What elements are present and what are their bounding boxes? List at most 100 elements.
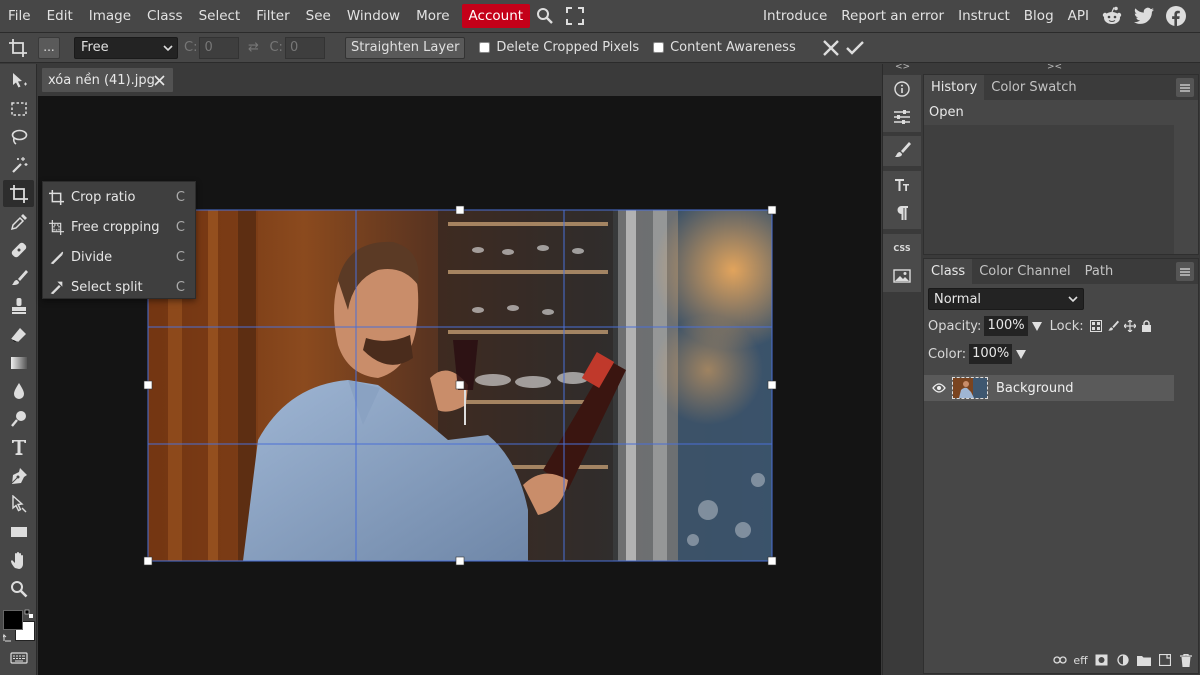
layers-scrollbar[interactable] xyxy=(1174,375,1198,647)
gradient-tool-icon[interactable] xyxy=(3,349,34,376)
content-awareness-checkbox[interactable]: Content Awareness xyxy=(653,40,796,55)
magic-wand-icon[interactable] xyxy=(3,151,34,178)
facebook-icon[interactable] xyxy=(1160,4,1192,28)
opacity-dropdown-icon[interactable] xyxy=(1031,321,1042,331)
twitter-icon[interactable] xyxy=(1128,4,1160,28)
brush-settings-icon[interactable] xyxy=(883,136,921,164)
cancel-crop-icon[interactable] xyxy=(820,37,842,59)
new-layer-icon[interactable] xyxy=(1154,650,1175,670)
link-instruct[interactable]: Instruct xyxy=(951,4,1017,28)
document-tab-title: xóa nền (41).jpg xyxy=(48,72,155,88)
lock-all-icon[interactable] xyxy=(1141,320,1152,332)
crop-ratio-select[interactable]: Free xyxy=(74,36,178,59)
marquee-tool-icon[interactable] xyxy=(3,95,34,122)
rectangle-tool-icon[interactable] xyxy=(3,518,34,545)
menu-file[interactable]: File xyxy=(0,4,39,28)
panel-menu-icon[interactable] xyxy=(1176,78,1194,97)
menu-image[interactable]: Image xyxy=(81,4,139,28)
search-icon[interactable] xyxy=(530,4,560,28)
path-select-icon[interactable] xyxy=(3,490,34,517)
foreground-color-swatch[interactable] xyxy=(3,610,23,630)
color-swatches[interactable] xyxy=(2,609,36,643)
menu-item-divide[interactable]: Divide C xyxy=(43,242,195,272)
brush-tool-icon[interactable] xyxy=(3,264,34,291)
menu-select[interactable]: Select xyxy=(191,4,249,28)
link-report-error[interactable]: Report an error xyxy=(834,4,951,28)
fullscreen-icon[interactable] xyxy=(560,4,590,28)
css-icon[interactable]: CSS xyxy=(883,234,921,262)
close-icon[interactable] xyxy=(151,72,167,88)
lasso-tool-icon[interactable] xyxy=(3,123,34,150)
straighten-layer-button[interactable]: Straighten Layer xyxy=(344,36,466,59)
lock-transparency-icon[interactable] xyxy=(1089,320,1102,332)
collapse-arrows[interactable]: <> xyxy=(895,62,910,72)
character-icon[interactable] xyxy=(883,171,921,199)
opacity-input[interactable]: 100% xyxy=(984,316,1028,336)
tab-layers[interactable]: Class xyxy=(924,259,973,284)
menu-class[interactable]: Class xyxy=(139,4,191,28)
eye-icon[interactable] xyxy=(932,383,946,393)
lock-position-icon[interactable] xyxy=(1123,320,1136,332)
dodge-tool-icon[interactable] xyxy=(3,405,34,432)
fill-dropdown-icon[interactable] xyxy=(1016,349,1027,359)
eyedropper-icon[interactable] xyxy=(3,208,34,235)
trash-icon[interactable] xyxy=(1175,650,1196,670)
adjustments-icon[interactable] xyxy=(883,103,921,131)
crop-overlay[interactable] xyxy=(143,205,777,566)
healing-brush-icon[interactable] xyxy=(3,236,34,263)
history-item[interactable]: Open xyxy=(924,100,1198,125)
menu-more[interactable]: More xyxy=(408,4,457,28)
reddit-icon[interactable] xyxy=(1096,4,1128,28)
menu-filter[interactable]: Filter xyxy=(248,4,297,28)
menu-item-label: Free cropping xyxy=(71,219,160,235)
menu-item-crop-ratio[interactable]: Crop ratio C xyxy=(43,182,195,212)
adjustment-layer-icon[interactable] xyxy=(1112,650,1133,670)
document-tab[interactable]: xóa nền (41).jpg xyxy=(42,68,173,92)
account-button[interactable]: Account xyxy=(461,4,531,28)
delete-cropped-pixels-checkbox[interactable]: Delete Cropped Pixels xyxy=(479,40,639,55)
width-input[interactable]: 0 xyxy=(199,36,240,59)
blur-tool-icon[interactable] xyxy=(3,377,34,404)
layer-row[interactable]: Background xyxy=(924,375,1176,401)
zoom-tool-icon[interactable] xyxy=(3,575,34,602)
info-icon[interactable] xyxy=(883,75,921,103)
paragraph-icon[interactable] xyxy=(883,199,921,227)
commit-crop-icon[interactable] xyxy=(844,37,866,59)
fill-input[interactable]: 100% xyxy=(969,344,1013,364)
keyboard-icon[interactable] xyxy=(3,644,34,671)
stamp-tool-icon[interactable] xyxy=(3,292,34,319)
image-icon[interactable] xyxy=(883,262,921,290)
lock-pixels-icon[interactable] xyxy=(1107,320,1119,332)
tab-paths[interactable]: Path xyxy=(1078,259,1121,284)
layer-mask-icon[interactable] xyxy=(1091,650,1112,670)
swap-dimensions-icon[interactable]: ⇄ xyxy=(243,40,263,55)
menu-item-free-cropping[interactable]: Free cropping C xyxy=(43,212,195,242)
menu-window[interactable]: Window xyxy=(339,4,408,28)
more-options-button[interactable]: ... xyxy=(38,36,60,59)
eraser-tool-icon[interactable] xyxy=(3,321,34,348)
layer-effects-icon[interactable]: eff xyxy=(1070,650,1091,670)
link-introduce[interactable]: Introduce xyxy=(756,4,834,28)
move-tool-icon[interactable] xyxy=(3,67,34,94)
hand-tool-icon[interactable] xyxy=(3,546,34,573)
collapse-arrows[interactable]: >< xyxy=(1047,62,1062,72)
tab-color-swatch[interactable]: Color Swatch xyxy=(984,75,1083,100)
panel-menu-icon[interactable] xyxy=(1176,262,1194,281)
link-layers-icon[interactable] xyxy=(1049,650,1070,670)
default-colors-icon[interactable] xyxy=(3,632,13,642)
swap-colors-icon[interactable] xyxy=(24,609,34,619)
tab-channels[interactable]: Color Channel xyxy=(972,259,1077,284)
text-tool-icon[interactable] xyxy=(3,433,34,460)
blend-mode-select[interactable]: Normal xyxy=(928,288,1084,310)
pen-tool-icon[interactable] xyxy=(3,462,34,489)
crop-tool-icon[interactable] xyxy=(3,180,34,207)
menu-item-select-split[interactable]: Select split C xyxy=(43,272,195,302)
menu-see[interactable]: See xyxy=(298,4,339,28)
link-api[interactable]: API xyxy=(1061,4,1096,28)
menu-edit[interactable]: Edit xyxy=(39,4,81,28)
tab-history[interactable]: History xyxy=(924,75,985,100)
height-input[interactable]: 0 xyxy=(284,36,325,59)
history-scrollbar[interactable] xyxy=(1174,125,1198,254)
folder-icon[interactable] xyxy=(1133,650,1154,670)
link-blog[interactable]: Blog xyxy=(1017,4,1061,28)
